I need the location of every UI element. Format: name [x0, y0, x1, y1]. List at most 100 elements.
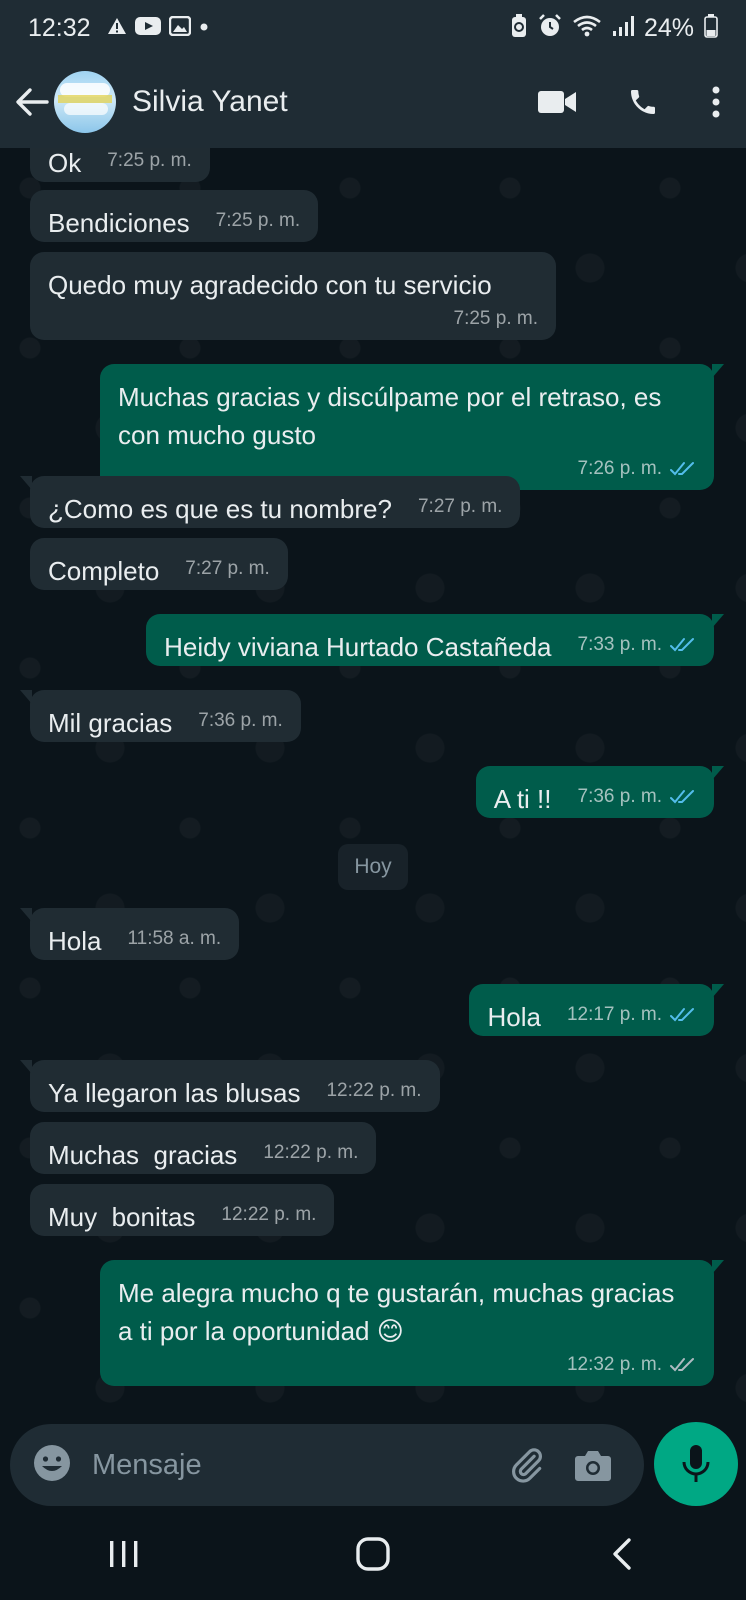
message-meta: 12:32 p. m. — [567, 1354, 696, 1386]
message-time: 7:25 p. m. — [453, 308, 539, 329]
message-row: Completo 7:27 p. m. — [0, 538, 746, 590]
battery-icon — [704, 13, 718, 43]
message-bubble-incoming[interactable]: ¿Como es que es tu nombre? 7:27 p. m. — [19, 476, 521, 528]
message-time: 12:32 p. m. — [566, 1354, 662, 1375]
message-time: 12:22 p. m. — [221, 1204, 317, 1225]
voice-call-button[interactable] — [600, 56, 686, 148]
microphone-icon — [682, 1445, 710, 1482]
emoji-button[interactable] — [32, 1443, 72, 1488]
message-time: 7:27 p. m. — [185, 558, 270, 579]
message-text: Hola — [487, 1002, 541, 1032]
message-text: Ya llegaron las blusas — [48, 1078, 301, 1108]
more-vertical-icon — [712, 86, 720, 118]
message-bubble-incoming[interactable]: Muy bonitas 12:22 p. m. — [30, 1184, 335, 1236]
composer — [0, 1420, 746, 1508]
system-navigation-bar — [0, 1508, 746, 1600]
message-row: Muchas gracias y discúlpame por el retra… — [0, 364, 746, 490]
message-row: ¿Como es que es tu nombre? 7:27 p. m. — [0, 476, 746, 528]
status-bar: 12:32 24% — [0, 0, 746, 56]
message-row: A ti !! 7:36 p. m. — [0, 766, 746, 818]
message-meta: 12:17 p. m. — [567, 1004, 696, 1036]
message-row: Ok 7:25 p. m. — [0, 148, 746, 182]
message-row: Me alegra mucho q te gustarán, muchas gr… — [0, 1260, 746, 1386]
message-time: 11:58 a. m. — [127, 928, 222, 949]
message-bubble-incoming[interactable]: Muchas gracias 12:22 p. m. — [30, 1122, 377, 1174]
attach-button[interactable] — [494, 1432, 560, 1498]
more-options-button[interactable] — [686, 56, 746, 148]
message-time: 7:25 p. m. — [107, 150, 192, 171]
message-text: Muchas gracias y discúlpame por el retra… — [118, 382, 662, 450]
battery-saver-icon — [510, 13, 528, 43]
chat-header: Silvia Yanet — [0, 56, 746, 148]
camera-icon — [575, 1451, 611, 1481]
voice-message-button[interactable] — [654, 1422, 738, 1506]
message-bubble-incoming[interactable]: Mil gracias 7:36 p. m. — [20, 690, 301, 742]
message-time: 7:36 p. m. — [198, 710, 283, 731]
date-separator: Hoy — [338, 844, 408, 890]
home-button[interactable] — [313, 1514, 433, 1594]
message-row: Hola 12:17 p. m. — [0, 984, 746, 1036]
message-bubble-outgoing[interactable]: Muchas gracias y discúlpame por el retra… — [100, 364, 724, 490]
double-check-read-icon — [670, 1008, 694, 1022]
video-call-button[interactable] — [514, 56, 600, 148]
emoji-icon — [34, 1444, 70, 1481]
dot-icon — [199, 19, 209, 37]
message-bubble-incoming[interactable]: Hola 11:58 a. m. — [19, 908, 240, 960]
message-row: Heidy viviana Hurtado Castañeda 7:33 p. … — [0, 614, 746, 666]
recent-apps-icon — [110, 1541, 138, 1567]
message-text: Muy bonitas — [48, 1202, 196, 1232]
arrow-left-icon — [16, 88, 49, 116]
home-icon — [356, 1537, 390, 1571]
message-meta: 7:36 p. m. — [578, 786, 697, 818]
gallery-icon — [168, 15, 191, 41]
message-row: Muchas gracias 12:22 p. m. — [0, 1122, 746, 1174]
warning-icon — [107, 17, 127, 40]
message-bubble-outgoing[interactable]: A ti !! 7:36 p. m. — [475, 766, 725, 818]
message-row: Ya llegaron las blusas 12:22 p. m. — [0, 1060, 746, 1112]
camera-button[interactable] — [560, 1432, 626, 1498]
wifi-icon — [572, 14, 602, 43]
avatar[interactable] — [54, 71, 116, 133]
double-check-delivered-icon — [670, 1358, 694, 1372]
message-text: Mil gracias — [48, 708, 173, 738]
chat-area[interactable]: Ok 7:25 p. m. Bendiciones 7:25 p. m. Que… — [0, 148, 746, 1420]
status-right-icons: 24% — [510, 13, 718, 43]
message-bubble-incoming[interactable]: Quedo muy agradecido con tu servicio 7:2… — [30, 252, 556, 340]
message-bubble-incoming[interactable]: Ya llegaron las blusas 12:22 p. m. — [20, 1060, 440, 1112]
message-time: 12:17 p. m. — [566, 1004, 662, 1025]
youtube-icon — [134, 16, 161, 41]
message-time: 7:27 p. m. — [417, 496, 503, 517]
double-check-read-icon — [670, 638, 694, 652]
status-left-icons — [107, 15, 209, 41]
system-back-button[interactable] — [562, 1514, 682, 1594]
message-input[interactable] — [92, 1448, 494, 1482]
back-button[interactable] — [2, 56, 62, 148]
message-bubble-incoming[interactable]: Completo 7:27 p. m. — [30, 538, 288, 590]
battery-level: 24% — [643, 13, 694, 42]
phone-icon — [631, 90, 655, 114]
message-bubble-outgoing[interactable]: Me alegra mucho q te gustarán, muchas gr… — [100, 1260, 724, 1386]
video-camera-icon — [538, 91, 576, 113]
message-time: 12:22 p. m. — [263, 1142, 359, 1163]
status-time: 12:32 — [28, 13, 91, 42]
message-text: ¿Como es que es tu nombre? — [48, 494, 392, 524]
message-row: Bendiciones 7:25 p. m. — [0, 190, 746, 242]
double-check-read-icon — [670, 462, 694, 476]
message-bubble-incoming[interactable]: Bendiciones 7:25 p. m. — [30, 190, 319, 242]
double-check-read-icon — [670, 790, 694, 804]
message-text: Completo — [48, 556, 160, 586]
message-time: 12:22 p. m. — [326, 1080, 422, 1101]
message-text: Quedo muy agradecido con tu servicio — [48, 270, 492, 300]
message-bubble-incoming[interactable]: Ok 7:25 p. m. — [30, 148, 210, 182]
message-text: Hola — [48, 926, 102, 956]
recent-apps-button[interactable] — [64, 1514, 184, 1594]
message-time: 7:33 p. m. — [577, 634, 663, 655]
message-row: Muy bonitas 12:22 p. m. — [0, 1184, 746, 1236]
message-text: Ok — [48, 148, 82, 178]
message-row: Quedo muy agradecido con tu servicio 7:2… — [0, 252, 746, 340]
message-row: Mil gracias 7:36 p. m. — [0, 690, 746, 742]
message-bubble-outgoing[interactable]: Hola 12:17 p. m. — [469, 984, 724, 1036]
contact-name[interactable]: Silvia Yanet — [132, 85, 514, 119]
message-bubble-outgoing[interactable]: Heidy viviana Hurtado Castañeda 7:33 p. … — [146, 614, 724, 666]
message-input-container — [10, 1424, 644, 1506]
